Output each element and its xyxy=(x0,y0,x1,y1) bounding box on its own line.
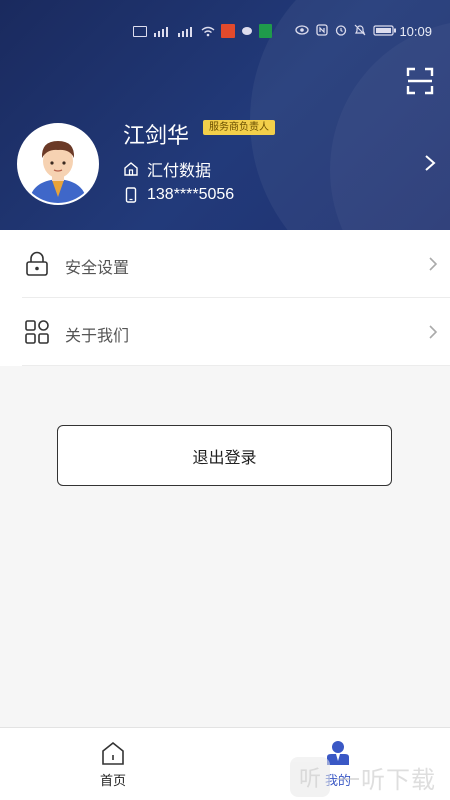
divider xyxy=(22,365,450,366)
status-left-icons xyxy=(133,24,272,38)
lock-icon xyxy=(26,251,48,276)
home-icon xyxy=(124,162,138,176)
menu-item-label: 关于我们 xyxy=(65,328,130,345)
status-right-icons xyxy=(295,24,397,36)
app-notification-icon xyxy=(221,24,235,38)
scan-icon[interactable] xyxy=(406,67,434,95)
watermark-logo: 听 xyxy=(290,757,330,797)
logout-button[interactable]: 退出登录 xyxy=(57,425,392,486)
tab-home[interactable]: 首页 xyxy=(83,740,143,790)
phone-number: 138****5056 xyxy=(147,186,235,203)
battery-icon xyxy=(373,24,396,36)
signal-icon xyxy=(178,26,192,37)
wifi-icon xyxy=(201,26,215,36)
menu-item-about[interactable]: 关于我们 xyxy=(0,298,450,366)
chat-icon xyxy=(242,26,252,35)
company-name: 汇付数据 xyxy=(147,163,212,180)
chevron-right-icon xyxy=(429,257,438,271)
role-badge: 服务商负责人 xyxy=(203,120,275,135)
home-icon xyxy=(102,741,124,765)
watermark-text: 一听下载 xyxy=(336,766,436,794)
chevron-right-icon xyxy=(429,325,438,339)
avatar-illustration xyxy=(19,125,97,203)
nfc-icon xyxy=(316,24,328,36)
user-name: 江剑华 xyxy=(123,123,190,148)
alarm-icon xyxy=(335,25,347,36)
menu-item-security[interactable]: 安全设置 xyxy=(0,230,450,298)
menu-item-label: 安全设置 xyxy=(65,260,130,277)
hd-icon xyxy=(133,25,147,37)
avatar[interactable] xyxy=(17,123,99,205)
settings-menu: 安全设置 关于我们 xyxy=(0,230,450,366)
mute-icon xyxy=(354,24,366,36)
phone-row: 138****5056 xyxy=(123,186,234,204)
signal-icon xyxy=(154,26,168,37)
app-notification-icon xyxy=(259,24,272,38)
tab-label: 首页 xyxy=(99,773,126,788)
eye-icon xyxy=(295,25,309,35)
company-row: 汇付数据 xyxy=(123,157,211,181)
grid-icon xyxy=(25,320,49,344)
status-time: 10:09 xyxy=(399,24,432,39)
status-bar: 10:09 xyxy=(0,20,450,46)
phone-icon xyxy=(125,187,137,203)
chevron-right-icon[interactable] xyxy=(424,154,436,172)
watermark: 听 一听下载 xyxy=(290,755,448,799)
